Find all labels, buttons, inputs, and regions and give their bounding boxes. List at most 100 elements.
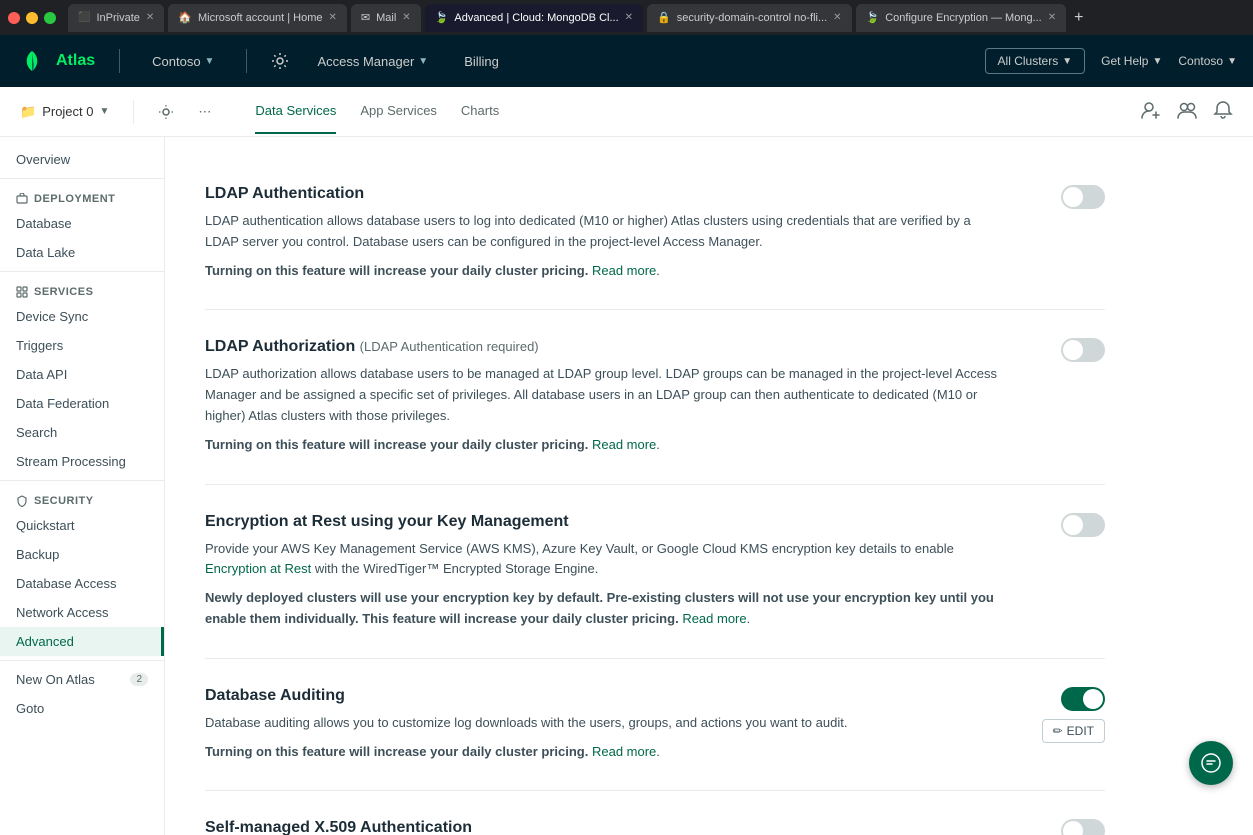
more-icon: ⋯ [198, 104, 211, 120]
encryption-read-more[interactable]: Read more [682, 611, 746, 626]
access-manager-nav[interactable]: Access Manager ▼ [309, 50, 436, 73]
tab-app-services[interactable]: App Services [360, 89, 437, 134]
user-label: Contoso [1178, 54, 1223, 68]
project-folder-icon: 📁 [20, 104, 36, 120]
tab-close[interactable]: ✕ [328, 12, 336, 23]
x509-control [1025, 819, 1105, 835]
sidebar-item-database-access[interactable]: Database Access [0, 569, 164, 598]
user-menu[interactable]: Contoso ▼ [1178, 54, 1237, 68]
main-layout: Overview DEPLOYMENT Database Data Lake S [0, 137, 1253, 835]
auditing-toggle[interactable]: ✓ [1061, 687, 1105, 711]
window-close[interactable] [8, 12, 20, 24]
all-clusters-button[interactable]: All Clusters ▼ [985, 48, 1086, 74]
encryption-at-rest-link[interactable]: Encryption at Rest [205, 561, 311, 576]
tab-close[interactable]: ✕ [146, 12, 154, 23]
sidebar-item-search[interactable]: Search [0, 418, 164, 447]
browser-chrome: ⬛ InPrivate ✕ 🏠 Microsoft account | Home… [0, 0, 1253, 35]
sidebar-item-backup[interactable]: Backup [0, 540, 164, 569]
header-settings[interactable] [271, 52, 289, 70]
browser-tab-home[interactable]: 🏠 Microsoft account | Home ✕ [168, 4, 347, 32]
ldap-auth-toggle[interactable] [1061, 185, 1105, 209]
all-clusters-dropdown-icon: ▼ [1062, 56, 1072, 67]
team-icon[interactable] [1177, 100, 1197, 123]
ldap-authz-warning: Turning on this feature will increase yo… [205, 435, 1005, 456]
sidebar-section-deployment: DEPLOYMENT [0, 183, 164, 209]
x509-toggle[interactable] [1061, 819, 1105, 835]
sub-header-actions [1141, 100, 1233, 123]
sidebar-divider3 [0, 480, 164, 481]
header-divider [119, 49, 120, 73]
project-selector[interactable]: 📁 Project 0 ▼ [20, 104, 109, 120]
project-settings-icon [158, 104, 174, 120]
sub-header-nav: Data Services App Services Charts [255, 89, 499, 134]
ldap-auth-read-more[interactable]: Read more [592, 263, 656, 278]
sidebar-item-data-api[interactable]: Data API [0, 360, 164, 389]
sidebar-item-data-federation[interactable]: Data Federation [0, 389, 164, 418]
sidebar-item-triggers[interactable]: Triggers [0, 331, 164, 360]
all-clusters-label: All Clusters [998, 54, 1059, 68]
auditing-title: Database Auditing [205, 687, 1005, 705]
access-manager-label: Access Manager [317, 54, 414, 69]
ldap-authz-subtitle: (LDAP Authentication required) [360, 339, 539, 354]
browser-tab-inprivate[interactable]: ⬛ InPrivate ✕ [68, 4, 164, 32]
window-min[interactable] [26, 12, 38, 24]
auditing-warning: Turning on this feature will increase yo… [205, 742, 1005, 763]
feature-ldap-auth: LDAP Authentication LDAP authentication … [205, 157, 1105, 310]
org-selector[interactable]: Contoso ▼ [144, 50, 222, 73]
ldap-auth-desc: LDAP authentication allows database user… [205, 211, 1005, 253]
services-icon [16, 286, 28, 298]
sub-header-divider [133, 100, 134, 124]
billing-nav[interactable]: Billing [456, 50, 507, 73]
tab-data-services[interactable]: Data Services [255, 89, 336, 134]
tab-close[interactable]: ✕ [833, 12, 841, 23]
browser-tab-mail[interactable]: ✉ Mail ✕ [351, 4, 421, 32]
sidebar-item-device-sync[interactable]: Device Sync [0, 302, 164, 331]
notifications-icon[interactable] [1213, 100, 1233, 123]
browser-tab-encryption[interactable]: 🍃 Configure Encryption — Mong... ✕ [856, 4, 1067, 32]
tab-close[interactable]: ✕ [625, 12, 633, 23]
org-dropdown-icon: ▼ [205, 56, 215, 67]
encryption-toggle[interactable] [1061, 513, 1105, 537]
overview-label: Overview [16, 152, 70, 167]
feature-x509: Self-managed X.509 Authentication With s… [205, 791, 1105, 835]
window-max[interactable] [44, 12, 56, 24]
sidebar-item-quickstart[interactable]: Quickstart [0, 511, 164, 540]
access-manager-dropdown-icon: ▼ [418, 56, 428, 67]
get-help-button[interactable]: Get Help ▼ [1101, 54, 1162, 68]
new-tab-button[interactable]: + [1074, 9, 1083, 27]
ldap-auth-control [1025, 185, 1105, 281]
more-options[interactable]: ⋯ [198, 104, 211, 120]
sidebar-item-advanced[interactable]: Advanced [0, 627, 164, 656]
chat-icon [1200, 752, 1222, 774]
browser-tab-atlas[interactable]: 🍃 Advanced | Cloud: MongoDB Cl... ✕ [425, 4, 643, 32]
tab-close[interactable]: ✕ [1048, 12, 1056, 23]
tab-charts[interactable]: Charts [461, 89, 499, 134]
sub-header: 📁 Project 0 ▼ ⋯ Data Services App Servic… [0, 87, 1253, 137]
sidebar-item-overview[interactable]: Overview [0, 145, 164, 174]
user-dropdown-icon: ▼ [1227, 56, 1237, 67]
edit-pencil-icon: ✏ [1053, 724, 1063, 738]
encryption-warning: Newly deployed clusters will use your en… [205, 588, 1005, 630]
atlas-logo: Atlas [16, 45, 95, 77]
sidebar-item-database[interactable]: Database [0, 209, 164, 238]
tab-close[interactable]: ✕ [402, 12, 410, 23]
encryption-desc: Provide your AWS Key Management Service … [205, 539, 1005, 581]
ldap-authz-desc: LDAP authorization allows database users… [205, 364, 1005, 426]
sidebar-item-new-on-atlas[interactable]: New On Atlas 2 [0, 665, 164, 694]
deployment-icon [16, 193, 28, 205]
auditing-read-more[interactable]: Read more [592, 744, 656, 759]
browser-tab-security[interactable]: 🔒 security-domain-control no-fli... ✕ [647, 4, 851, 32]
auditing-edit-button[interactable]: ✏ EDIT [1042, 719, 1105, 743]
project-settings[interactable] [158, 104, 174, 120]
chat-button[interactable] [1189, 741, 1233, 785]
ldap-authz-read-more[interactable]: Read more [592, 437, 656, 452]
sidebar-item-network-access[interactable]: Network Access [0, 598, 164, 627]
ldap-authz-toggle[interactable] [1061, 338, 1105, 362]
sidebar-item-stream-processing[interactable]: Stream Processing [0, 447, 164, 476]
settings-icon [271, 52, 289, 70]
invite-user-icon[interactable] [1141, 100, 1161, 123]
sidebar-section-security: SECURITY [0, 485, 164, 511]
sidebar-item-goto[interactable]: Goto [0, 694, 164, 723]
feature-ldap-authz: LDAP Authorization (LDAP Authentication … [205, 310, 1105, 484]
sidebar-item-datalake[interactable]: Data Lake [0, 238, 164, 267]
